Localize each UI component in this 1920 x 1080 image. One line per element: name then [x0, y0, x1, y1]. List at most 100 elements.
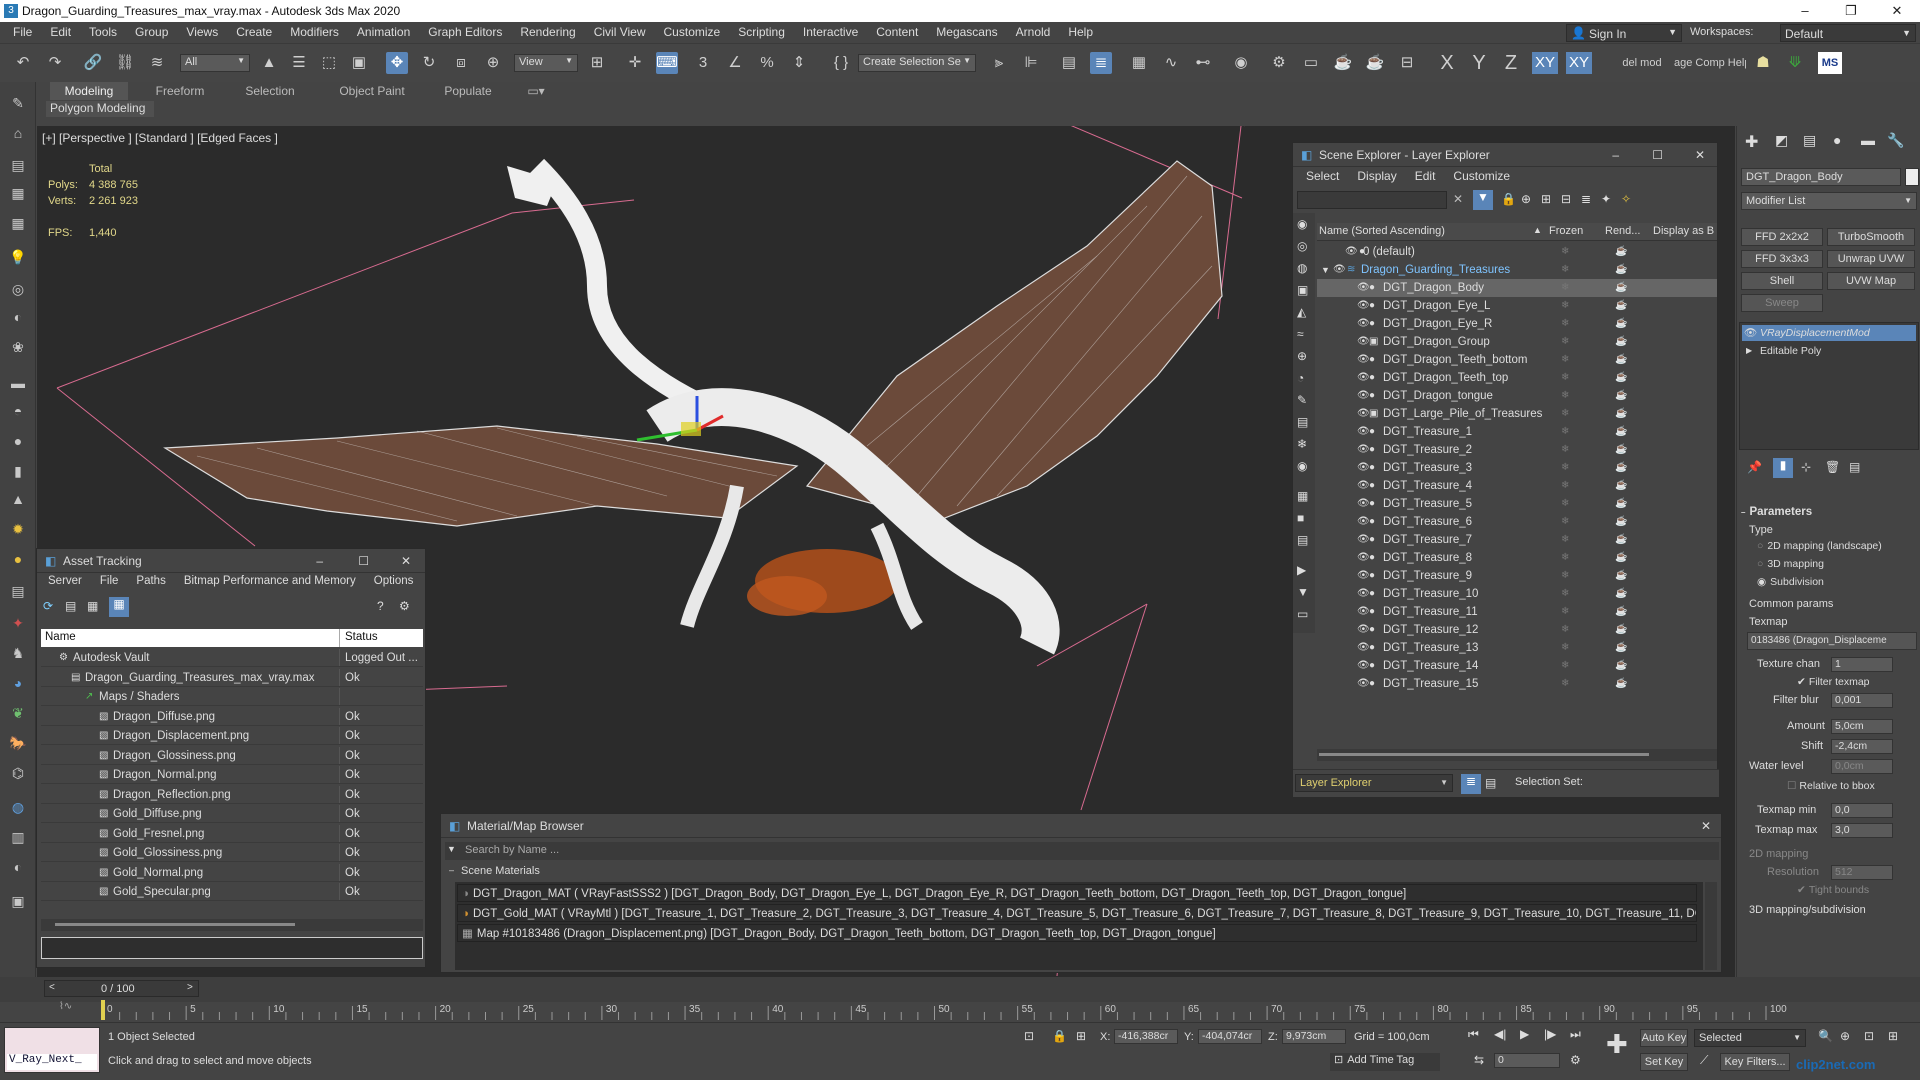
layer-icon[interactable]: ▤ — [7, 154, 29, 176]
renderable-icon[interactable]: ☕ — [1615, 675, 1627, 693]
renderable-icon[interactable]: ☕ — [1615, 495, 1627, 513]
display-none-icon[interactable]: ▤ — [1297, 533, 1308, 547]
frozen-icon[interactable]: ❄ — [1561, 495, 1569, 513]
unwrap-uvw-button[interactable]: Unwrap UVW — [1827, 250, 1915, 268]
teapot-icon[interactable]: ☗ — [1752, 52, 1774, 74]
ffd-2x2x2-button[interactable]: FFD 2x2x2 — [1741, 228, 1823, 246]
display-children-icon[interactable]: ▭ — [1297, 607, 1308, 621]
visibility-eye-icon[interactable]: 👁 — [1357, 279, 1370, 297]
frozen-icon[interactable]: ❄ — [1561, 477, 1569, 495]
frozen-icon[interactable]: ❄ — [1561, 459, 1569, 477]
asset-row[interactable]: ▧ Gold_Glossiness.png Ok — [41, 844, 423, 862]
time-config-icon[interactable]: ⚙ — [1570, 1053, 1581, 1067]
visibility-eye-icon[interactable]: 👁 — [1357, 603, 1370, 621]
close-button[interactable]: ✕ — [1874, 0, 1920, 22]
menu-create[interactable]: Create — [227, 22, 281, 44]
hierarchy-icon[interactable]: ⊟ — [1561, 192, 1571, 206]
frozen-icon[interactable]: ❄ — [1561, 387, 1569, 405]
container-icon[interactable]: ▦ — [7, 182, 29, 204]
object-row[interactable]: 👁 ● DGT_Treasure_2 ❄ ☕ — [1317, 441, 1717, 459]
next-frame-icon[interactable]: |▶ — [1544, 1027, 1556, 1041]
frozen-icon[interactable]: ❄ — [1561, 675, 1569, 693]
renderable-icon[interactable]: ☕ — [1615, 369, 1627, 387]
display-bones-icon[interactable]: ▤ — [1297, 415, 1308, 429]
ribbon-tab-freeform[interactable]: Freeform — [140, 82, 220, 100]
auto-key-button[interactable]: Auto Key — [1640, 1029, 1688, 1047]
shift-spinner[interactable]: -2,4cm — [1831, 739, 1893, 754]
maxscript-input[interactable]: V_Ray_Next_ — [7, 1054, 97, 1070]
toggle-scene-explorer-icon[interactable]: ▤ — [1058, 52, 1080, 74]
current-frame-field[interactable]: 0 — [1494, 1053, 1560, 1068]
frozen-icon[interactable]: ❄ — [1561, 441, 1569, 459]
go-to-end-icon[interactable]: ⏭ — [1570, 1027, 1581, 1042]
menu-content[interactable]: Content — [867, 22, 927, 44]
track-bar-icon[interactable]: ⌇∿ — [59, 1001, 77, 1015]
render-icon[interactable]: ▥ — [7, 826, 29, 848]
material-row[interactable]: ◑ DGT_Gold_MAT ( VRayMtl ) [DGT_Treasure_… — [457, 904, 1697, 922]
texmap-min-spinner[interactable]: 0,0 — [1831, 803, 1893, 818]
object-row[interactable]: 👁 ● DGT_Treasure_1 ❄ ☕ — [1317, 423, 1717, 441]
visibility-eye-icon[interactable]: 👁 — [1357, 423, 1370, 441]
previous-frame-icon[interactable]: ◀| — [1494, 1027, 1506, 1041]
asset-menu-options[interactable]: Options — [365, 573, 423, 589]
column-render-header[interactable]: Rend... — [1605, 225, 1640, 237]
visibility-eye-icon[interactable]: 👁 — [1357, 549, 1370, 567]
pin-stack-icon[interactable]: 📌 — [1747, 460, 1762, 474]
visibility-eye-icon[interactable]: 👁 — [1357, 315, 1370, 333]
display-geometry-icon[interactable]: ◎ — [1297, 239, 1307, 253]
frozen-icon[interactable]: ❄ — [1561, 333, 1569, 351]
frozen-icon[interactable]: ❄ — [1561, 261, 1569, 279]
asset-path-input[interactable] — [41, 937, 423, 959]
renderable-icon[interactable]: ☕ — [1615, 531, 1627, 549]
modifier-stack-item[interactable]: ▶ Editable Poly — [1742, 343, 1916, 359]
visibility-eye-icon[interactable]: 👁 — [1357, 369, 1370, 387]
frozen-icon[interactable]: ❄ — [1561, 549, 1569, 567]
display-filter-icon[interactable]: ▼ — [1297, 585, 1309, 599]
select-object-icon[interactable]: ▲ — [258, 52, 280, 74]
mirror-icon[interactable]: ⫸ — [988, 52, 1010, 74]
asset-menu-bitmap[interactable]: Bitmap Performance and Memory — [175, 573, 365, 589]
select-and-place-icon[interactable]: ⊕ — [482, 52, 504, 74]
frozen-icon[interactable]: ❄ — [1561, 423, 1569, 441]
axis-xy-cycle-button[interactable]: XY — [1566, 52, 1592, 74]
light-icon[interactable]: 💡 — [7, 246, 29, 268]
layer-row[interactable]: ▼ 👁 ≋ Dragon_Guarding_Treasures ❄ ☕ — [1317, 261, 1717, 279]
absolute-mode-icon[interactable]: ⊞ — [1076, 1029, 1086, 1043]
display-all-toggle-icon[interactable]: ■ — [1297, 511, 1304, 525]
hierarchy-tab-icon[interactable]: ▤ — [1803, 132, 1816, 149]
texture-chan-spinner[interactable]: 1 — [1831, 657, 1893, 672]
frozen-icon[interactable]: ❄ — [1561, 315, 1569, 333]
visibility-eye-icon[interactable]: 👁 — [1357, 459, 1370, 477]
scene-explorer-menu-display[interactable]: Display — [1348, 167, 1405, 185]
selection-lock-icon[interactable]: 🔒 — [1052, 1029, 1067, 1043]
renderable-icon[interactable]: ☕ — [1615, 567, 1627, 585]
display-hidden-icon[interactable]: ▦ — [1297, 489, 1308, 503]
asset-row[interactable]: ▧ Dragon_Glossiness.png Ok — [41, 746, 423, 765]
column-frozen-header[interactable]: Frozen — [1549, 225, 1583, 237]
object-row[interactable]: 👁 ● DGT_Treasure_8 ❄ ☕ — [1317, 549, 1717, 567]
menu-group[interactable]: Group — [126, 22, 177, 44]
ribbon-polygon-modeling[interactable]: Polygon Modeling — [46, 101, 154, 117]
visibility-eye-icon[interactable]: 👁 — [1357, 513, 1370, 531]
object-row[interactable]: 👁 ● DGT_Dragon_Body ❄ ☕ — [1317, 279, 1717, 297]
key-filters-button[interactable]: Key Filters... — [1720, 1053, 1790, 1071]
foliage-icon[interactable]: ❦ — [7, 702, 29, 724]
visibility-eye-icon[interactable]: 👁 — [1357, 621, 1370, 639]
selection-set-icon[interactable]: ▤ — [1485, 776, 1496, 790]
renderable-icon[interactable]: ☕ — [1615, 603, 1627, 621]
asset-tracking-close-button[interactable]: ✕ — [401, 549, 411, 573]
display-lights-icon[interactable]: ▣ — [1297, 283, 1308, 297]
material-list-vscrollbar[interactable] — [1705, 882, 1717, 970]
modify-tab-icon[interactable]: ◩ — [1775, 132, 1788, 149]
curve-editor-icon[interactable]: ∿ — [1160, 52, 1182, 74]
refresh-icon[interactable]: ⟳ — [43, 599, 53, 613]
object-row[interactable]: 👁 ● DGT_Dragon_Eye_L ❄ ☕ — [1317, 297, 1717, 315]
window-crossing-icon[interactable]: ▣ — [348, 52, 370, 74]
frozen-icon[interactable]: ❄ — [1561, 369, 1569, 387]
eye-icon[interactable]: 👁 — [1744, 325, 1757, 341]
modifier-stack-item[interactable]: 👁 VRayDisplacementMod — [1742, 325, 1916, 341]
frozen-icon[interactable]: ❄ — [1561, 243, 1569, 261]
material-row[interactable]: ◑ DGT_Dragon_MAT ( VRayFastSSS2 ) [DGT_Dr… — [457, 884, 1697, 902]
motion-tab-icon[interactable]: ● — [1833, 132, 1841, 148]
ribbon-tab-modeling[interactable]: Modeling — [50, 82, 128, 100]
